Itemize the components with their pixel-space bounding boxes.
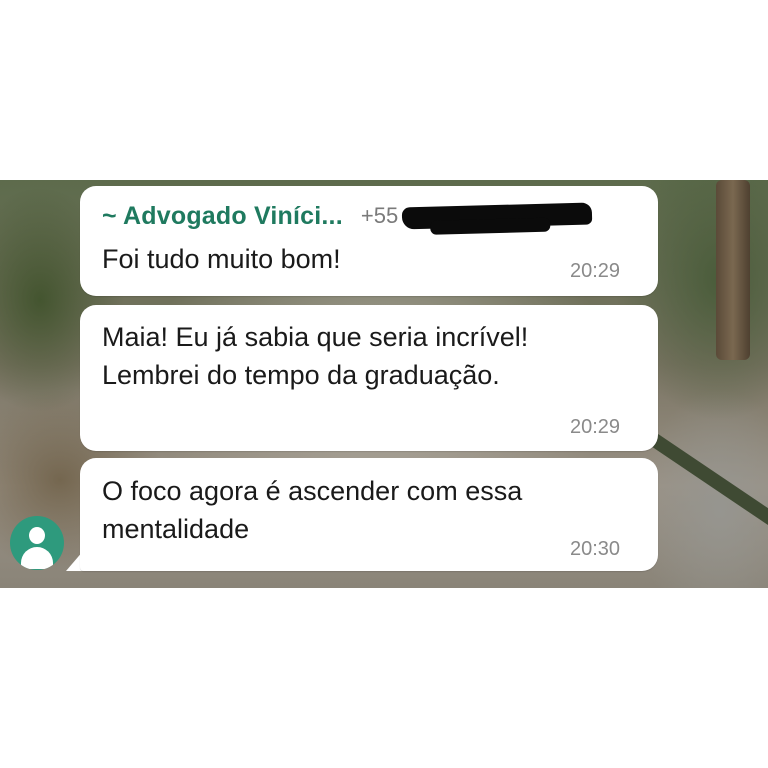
sender-phone-prefix: +55	[360, 203, 399, 228]
message-1-line-1: Foi tudo muito bom!	[102, 244, 341, 274]
message-time-1: 20:29	[570, 260, 621, 282]
message-time-3: 20:30	[570, 538, 621, 560]
message-text-1: Foi tudo muito bom!	[102, 240, 341, 278]
message-3-line-2: mentalidade	[102, 514, 250, 544]
sender-header: ~ Advogado Viníci... +55	[102, 201, 593, 231]
default-person-avatar-icon[interactable]	[10, 516, 64, 570]
message-time-2: 20:29	[570, 416, 621, 438]
sender-name[interactable]: ~ Advogado Viníci...	[102, 202, 343, 231]
message-3-line-1: O foco agora é ascender com essa	[102, 476, 523, 506]
avatar-body-shape	[21, 547, 53, 569]
message-2-line-1: Maia! Eu já sabia que seria incrível!	[102, 322, 529, 352]
phone-redaction-mark	[401, 202, 593, 230]
avatar-head-shape	[29, 527, 45, 544]
background-tree-trunk	[716, 180, 750, 360]
background-path-rail	[646, 431, 768, 533]
screenshot-canvas: ~ Advogado Viníci... +55 Foi tudo muito …	[0, 0, 768, 768]
message-text-3: O foco agora é ascender com essa mentali…	[102, 472, 522, 548]
message-text-2: Maia! Eu já sabia que seria incrível! Le…	[102, 318, 528, 394]
message-2-line-2: Lembrei do tempo da graduação.	[102, 360, 500, 390]
